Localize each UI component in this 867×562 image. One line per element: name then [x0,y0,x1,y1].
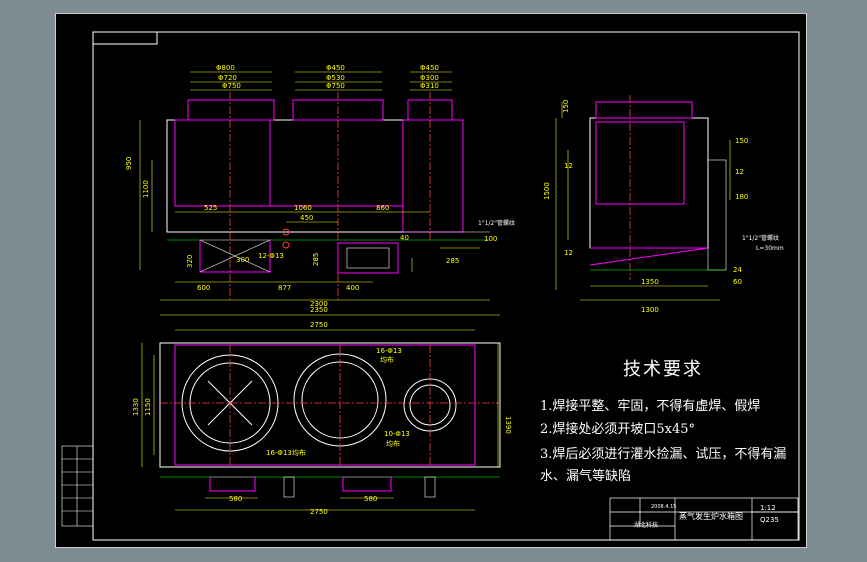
svg-text:150: 150 [735,137,748,145]
plan-view [159,342,501,498]
svg-text:12-Φ13: 12-Φ13 [258,252,284,260]
front-vertical-dims: 950 1100 320 285 [125,157,320,268]
svg-text:Φ720: Φ720 [218,74,237,82]
svg-text:1390: 1390 [504,416,512,434]
school-name: 湖北科技 [634,522,659,529]
svg-text:Φ750: Φ750 [326,82,345,90]
corner-box [92,31,158,45]
svg-text:877: 877 [278,284,291,292]
svg-text:860: 860 [376,204,389,212]
front-view [166,92,490,300]
svg-text:950: 950 [125,157,133,170]
material-code: Q235 [760,516,779,524]
svg-text:均布: 均布 [380,355,394,364]
svg-text:L=30mm: L=30mm [756,245,784,252]
svg-text:150: 150 [562,100,570,113]
tech-req-4: 水、漏气等缺陷 [540,469,632,484]
svg-text:1350: 1350 [641,278,659,286]
svg-text:1"1/2"管螺纹: 1"1/2"管螺纹 [742,234,779,242]
svg-text:均布: 均布 [386,439,400,448]
technical-requirements-title: 技术要求 [623,359,703,380]
svg-text:10-Φ13: 10-Φ13 [384,430,410,438]
svg-text:Φ450: Φ450 [326,64,345,72]
svg-text:12: 12 [564,249,573,257]
svg-text:12: 12 [564,162,573,170]
svg-text:300: 300 [236,256,249,264]
front-notes: 1"1/2"管螺纹 [478,219,515,227]
svg-text:450: 450 [300,214,313,222]
svg-text:12: 12 [735,168,744,176]
svg-text:100: 100 [484,235,497,243]
front-right-chamber [402,119,464,233]
tech-req-1: 1.焊接平整、牢固，不得有虚焊、假焊 [540,399,761,414]
side-dimensions [555,102,731,301]
svg-text:400: 400 [346,284,359,292]
svg-text:Φ310: Φ310 [420,82,439,90]
svg-text:285: 285 [446,257,459,265]
svg-text:1330: 1330 [132,398,140,416]
svg-text:2750: 2750 [310,321,328,329]
svg-text:60: 60 [733,278,742,286]
svg-text:16-Φ13均布: 16-Φ13均布 [266,448,306,457]
svg-text:580: 580 [229,495,242,503]
side-view [589,95,727,280]
svg-text:180: 180 [735,193,748,201]
front-inner-left [174,119,271,207]
svg-text:16-Φ13: 16-Φ13 [376,347,402,355]
left-label-table [61,445,94,527]
svg-text:2350: 2350 [310,306,328,314]
svg-text:580: 580 [364,495,377,503]
svg-text:1500: 1500 [543,182,551,200]
svg-text:320: 320 [186,255,194,268]
svg-text:40: 40 [400,234,409,242]
svg-text:1300: 1300 [641,306,659,314]
tech-req-3: 3.焊后必须进行灌水捡漏、试压，不得有漏 [540,447,787,462]
dim-phi800: Φ800 [216,64,235,72]
plan-dimensions [141,314,500,511]
svg-text:1150: 1150 [144,398,152,416]
svg-text:1100: 1100 [142,180,150,198]
svg-text:1060: 1060 [294,204,312,212]
drawing-scale: 1:12 [760,504,776,512]
svg-text:525: 525 [204,204,217,212]
side-dim-text: 150 1500 12 150 12 180 1350 1300 24 60 1… [543,100,748,314]
drawing-date: 2008.4.15 [651,504,677,510]
svg-text:2750: 2750 [310,508,328,516]
tech-req-2: 2.焊接处必须开坡口5x45° [540,422,696,437]
svg-text:Φ450: Φ450 [420,64,439,72]
svg-text:600: 600 [197,284,210,292]
svg-text:Φ300: Φ300 [420,74,439,82]
drawing-name: 蒸气发生炉水箱图 [679,512,743,521]
svg-text:Φ750: Φ750 [222,82,241,90]
svg-text:Φ530: Φ530 [326,74,345,82]
svg-text:1"1/2"管螺纹: 1"1/2"管螺纹 [478,219,515,227]
front-tank-body [166,119,464,233]
front-pipe-left [187,99,275,121]
svg-text:24: 24 [733,266,742,274]
svg-text:285: 285 [312,253,320,266]
